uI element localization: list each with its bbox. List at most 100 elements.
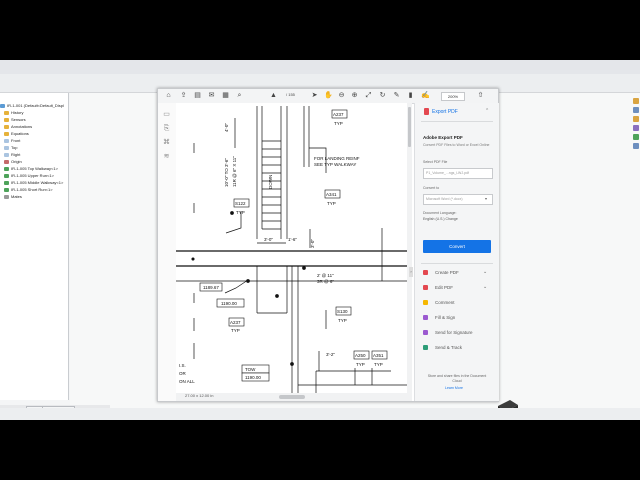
upload-icon[interactable]: ⇪ bbox=[180, 92, 187, 99]
resources-icon[interactable] bbox=[633, 98, 639, 104]
home-icon[interactable]: ⌂ bbox=[165, 92, 172, 99]
folder-icon bbox=[4, 124, 9, 129]
scroll-thumb[interactable] bbox=[408, 107, 411, 147]
chevron-up-icon[interactable]: ⌃ bbox=[485, 108, 489, 114]
sign-icon[interactable]: ✍ bbox=[421, 92, 430, 99]
design-library-icon[interactable] bbox=[633, 107, 639, 113]
zoom-out-icon[interactable]: ⊖ bbox=[338, 92, 345, 99]
page-thumbnails-icon[interactable]: ▭ bbox=[163, 111, 170, 118]
tree-item[interactable]: History bbox=[4, 110, 23, 116]
tree-item[interactable]: Mates bbox=[4, 194, 22, 200]
convert-to-value: Microsoft Word (*.docx) bbox=[426, 197, 463, 201]
print-icon[interactable]: ▤ bbox=[194, 92, 201, 99]
convert-button[interactable]: Convert bbox=[423, 240, 491, 253]
send-track-icon bbox=[423, 345, 428, 350]
fill-sign-icon bbox=[423, 315, 428, 320]
callout-s130: S130 bbox=[337, 309, 348, 314]
tree-item[interactable]: IR-1-005 Upper Run<1> bbox=[4, 173, 54, 179]
file-explorer-icon[interactable] bbox=[633, 116, 639, 122]
landing-note-1: FOR LANDING REINF bbox=[314, 156, 360, 161]
layers-icon[interactable]: ≋ bbox=[163, 153, 170, 160]
export-pdf-title: Export PDF bbox=[432, 109, 458, 115]
tools-pane: Export PDF ⌃ Adobe Export PDF Convert PD… bbox=[414, 103, 499, 401]
origin-icon bbox=[4, 159, 9, 164]
share-icon[interactable]: ⇧ bbox=[477, 92, 484, 99]
side-note-1: I.S. bbox=[179, 363, 186, 368]
tool-send-track[interactable]: Send & Track bbox=[423, 343, 493, 353]
tree-item[interactable]: Sensors bbox=[4, 117, 26, 123]
learn-more-link[interactable]: Learn More bbox=[445, 386, 463, 390]
tree-item[interactable]: Front bbox=[4, 138, 20, 144]
task-pane-tabs bbox=[632, 98, 640, 218]
zoom-in-icon[interactable]: ⊕ bbox=[351, 92, 358, 99]
scroll-thumb[interactable] bbox=[279, 395, 305, 399]
tree-item[interactable]: IR-1-001 (Default<Default_Displ bbox=[0, 103, 64, 109]
tree-item[interactable]: Top bbox=[4, 145, 17, 151]
email-icon[interactable]: ✉ bbox=[208, 92, 215, 99]
tool-edit-pdf[interactable]: Edit PDF ⌄ bbox=[423, 283, 493, 293]
document-cloud-text: Store and share files in the Document Cl… bbox=[427, 374, 487, 383]
attachments-icon[interactable]: ⌘ bbox=[163, 139, 170, 146]
divider bbox=[421, 121, 493, 122]
typ-label: TYP bbox=[338, 318, 347, 323]
callout-s122: S122 bbox=[235, 201, 246, 206]
component-icon bbox=[4, 180, 9, 185]
typ-label: TYP bbox=[356, 362, 365, 367]
acrobat-toolbar: ⌂ ⇪ ▤ ✉ ▦ ⌕ ▲ / 155 ➤ ✋ ⊖ ⊕ ⤢ ↻ ✎ ▮ ✍ 20… bbox=[158, 89, 498, 104]
highlight-icon[interactable]: ▮ bbox=[407, 92, 414, 99]
tree-item[interactable]: IR-1-005 Middle Walkway<1> bbox=[4, 180, 63, 186]
folder-icon bbox=[4, 117, 9, 122]
collapse-pane-icon[interactable]: › bbox=[409, 267, 413, 277]
tree-item[interactable]: IR-1-005 Top Walkway<1> bbox=[4, 166, 58, 172]
plane-icon bbox=[4, 152, 9, 157]
pdf-file-field[interactable]: P1_Volume_...ngs_LWJ.pdf bbox=[423, 168, 493, 179]
page-up-icon[interactable]: ▲ bbox=[270, 92, 277, 99]
export-pdf-header[interactable]: Export PDF ⌃ bbox=[415, 103, 499, 121]
navigation-rail: ▭ ⎘ ⌘ ≋ bbox=[158, 103, 177, 401]
tree-item[interactable]: Right bbox=[4, 152, 20, 158]
dim-2-11: 2' @ 11" bbox=[317, 273, 334, 278]
pdf-document-view[interactable]: 4'-0" 10'-0" TO 3'-6" 11R @ 6" X 11" DOW… bbox=[176, 103, 412, 393]
typ-label: TYP bbox=[327, 201, 336, 206]
language-value[interactable]: English (U.S.) Change bbox=[423, 217, 458, 221]
dim-3r: 3R @ 6" bbox=[317, 279, 334, 284]
tool-fill-sign[interactable]: Fill & Sign bbox=[423, 313, 493, 323]
convert-to-select[interactable]: Microsoft Word (*.docx) ▾ bbox=[423, 194, 493, 205]
dim-4-0: 4'-0" bbox=[224, 123, 229, 132]
pages-icon[interactable]: ▦ bbox=[222, 92, 229, 99]
folder-icon bbox=[4, 110, 9, 115]
page-size-label: 27.00 x 12.00 in bbox=[185, 393, 214, 398]
component-icon bbox=[4, 173, 9, 178]
callout-a250: A250 bbox=[355, 353, 366, 358]
tool-create-pdf[interactable]: Create PDF ⌄ bbox=[423, 268, 493, 278]
tool-send-for-signature[interactable]: Send for Signature bbox=[423, 328, 493, 338]
select-file-label: Select PDF File bbox=[423, 160, 448, 164]
fit-page-icon[interactable]: ⤢ bbox=[365, 92, 372, 99]
tree-item[interactable]: Origin bbox=[4, 159, 22, 165]
dim-3-2: 3'-2" bbox=[326, 352, 335, 357]
tree-item[interactable]: Equations bbox=[4, 131, 29, 137]
comment-tool-icon[interactable]: ✎ bbox=[393, 92, 400, 99]
hand-tool-icon[interactable]: ✋ bbox=[324, 92, 333, 99]
rotate-icon[interactable]: ↻ bbox=[379, 92, 386, 99]
language-label: Document Language: bbox=[423, 211, 457, 215]
section-title: Adobe Export PDF bbox=[423, 135, 463, 140]
dim-3-0-vertical: 3'-0" bbox=[310, 239, 315, 248]
tow-label: TOW bbox=[245, 367, 256, 372]
feature-manager-tree[interactable]: IR-1-001 (Default<Default_Displ History … bbox=[0, 93, 69, 400]
tree-item[interactable]: IR-1-005 Short Run<1> bbox=[4, 187, 53, 193]
select-cursor-icon[interactable]: ➤ bbox=[311, 92, 318, 99]
search-icon[interactable]: ⌕ bbox=[236, 92, 243, 99]
component-icon bbox=[4, 166, 9, 171]
edit-pdf-icon bbox=[423, 285, 428, 290]
chevron-down-icon: ⌄ bbox=[483, 269, 488, 275]
zoom-select[interactable]: 200% bbox=[441, 92, 465, 101]
vertical-scrollbar[interactable] bbox=[407, 103, 412, 393]
tool-comment[interactable]: Comment bbox=[423, 298, 493, 308]
bookmarks-icon[interactable]: ⎘ bbox=[163, 125, 170, 132]
view-palette-icon[interactable] bbox=[633, 125, 639, 131]
custom-properties-icon[interactable] bbox=[633, 143, 639, 149]
tree-item[interactable]: Annotations bbox=[4, 124, 32, 130]
appearances-icon[interactable] bbox=[633, 134, 639, 140]
elevation-1190-00-tow: 1190.00 bbox=[245, 375, 261, 380]
